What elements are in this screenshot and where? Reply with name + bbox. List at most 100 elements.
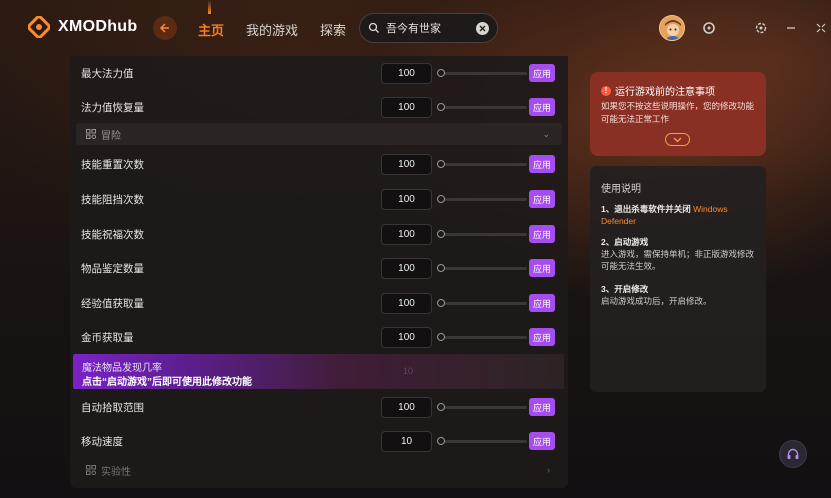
minimize-icon[interactable] (783, 20, 799, 36)
value-slider[interactable] (437, 106, 527, 109)
apply-button[interactable]: 应用 (529, 328, 555, 346)
apply-button[interactable]: 应用 (529, 398, 555, 416)
warning-body: 如果您不按这些说明操作，您的修改功能可能无法正常工作 (601, 101, 755, 124)
slider-handle[interactable] (437, 403, 445, 411)
section-label: 实验性 (101, 466, 131, 478)
row-label: 金币获取量 (81, 331, 134, 344)
slider-handle[interactable] (437, 195, 445, 203)
chevron-right-icon[interactable]: › (547, 465, 550, 475)
search-input[interactable]: 吾今有世家 (386, 20, 476, 36)
slider-handle[interactable] (437, 437, 445, 445)
logo-icon (27, 15, 51, 39)
value-input[interactable]: 100 (381, 223, 432, 245)
value-input[interactable]: 100 (381, 396, 432, 418)
value-input[interactable]: 100 (381, 188, 432, 210)
value-input[interactable]: 100 (381, 292, 432, 314)
row-label: 技能重置次数 (81, 158, 144, 171)
category-icon (86, 465, 96, 475)
collapse-icon[interactable] (813, 20, 829, 36)
value-slider[interactable] (437, 267, 527, 270)
row-label: 技能阻挡次数 (81, 193, 144, 206)
list-item: 技能祝福次数 100 应用 (70, 217, 568, 251)
nav-my-games[interactable]: 我的游戏 (246, 20, 298, 39)
slider-handle[interactable] (437, 103, 445, 111)
logo[interactable]: XMODhub (27, 15, 138, 39)
clear-icon[interactable] (476, 21, 489, 35)
locked-feature-row: 魔法物品发现几率 点击“启动游戏”后即可使用此修改功能 10 (73, 354, 564, 389)
step-heading: 1、退出杀毒软件并关闭 (601, 204, 691, 214)
support-button[interactable] (779, 440, 807, 468)
mod-list-panel: 最大法力值 100 应用 法力值恢复量 100 应用 冒险 ⌄ 技能重置次数 1… (70, 56, 568, 488)
locked-feature-value: 10 (403, 366, 414, 376)
value-input[interactable]: 100 (381, 326, 432, 348)
locked-feature-note: 点击“启动游戏”后即可使用此修改功能 (82, 377, 252, 388)
list-item: 经验值获取量 100 应用 (70, 286, 568, 320)
apply-button[interactable]: 应用 (529, 225, 555, 243)
instruction-step: 1、退出杀毒软件并关闭 Windows Defender (601, 203, 761, 227)
value-slider[interactable] (437, 72, 527, 75)
step-text: 启动游戏成功后，开启修改。 (601, 296, 712, 306)
top-bar: XMODhub 主页 我的游戏 探索 吾今有世家 (0, 0, 831, 56)
section-header-experimental[interactable]: 实验性 › (76, 459, 562, 481)
value-slider[interactable] (437, 440, 527, 443)
list-item: 自动拾取范围 100 应用 (70, 390, 568, 424)
list-item: 技能重置次数 100 应用 (70, 147, 568, 181)
value-slider[interactable] (437, 233, 527, 236)
alert-icon: ! (601, 85, 611, 96)
row-label: 最大法力值 (81, 67, 134, 80)
value-slider[interactable] (437, 406, 527, 409)
slider-handle[interactable] (437, 299, 445, 307)
warning-title: 运行游戏前的注意事项 (615, 87, 715, 98)
slider-handle[interactable] (437, 333, 445, 341)
list-item: 移动速度 10 应用 (70, 424, 568, 458)
section-header-adventure[interactable]: 冒险 ⌄ (76, 123, 562, 145)
step-heading: 2、启动游戏 (601, 237, 649, 247)
apply-button[interactable]: 应用 (529, 259, 555, 277)
controller-icon[interactable] (701, 20, 717, 36)
expand-button[interactable] (665, 133, 690, 146)
chevron-down-icon (673, 137, 682, 142)
slider-handle[interactable] (437, 230, 445, 238)
value-slider[interactable] (437, 336, 527, 339)
nav-home[interactable]: 主页 (198, 0, 224, 39)
apply-button[interactable]: 应用 (529, 190, 555, 208)
value-slider[interactable] (437, 163, 527, 166)
list-item: 技能阻挡次数 100 应用 (70, 182, 568, 216)
value-slider[interactable] (437, 302, 527, 305)
avatar[interactable] (659, 15, 685, 41)
nav-explore[interactable]: 探索 (320, 20, 346, 39)
step-text: 进入游戏，需保持单机；非正版游戏修改可能无法生效。 (601, 249, 755, 271)
settings-icon[interactable] (753, 20, 769, 36)
apply-button[interactable]: 应用 (529, 98, 555, 116)
apply-button[interactable]: 应用 (529, 155, 555, 173)
search-box[interactable]: 吾今有世家 (359, 13, 498, 43)
list-item: 法力值恢复量 100 应用 (70, 90, 568, 124)
back-icon (159, 23, 169, 33)
main-nav: 主页 我的游戏 探索 (198, 0, 346, 39)
value-input[interactable]: 100 (381, 257, 432, 279)
slider-handle[interactable] (437, 160, 445, 168)
row-label: 物品鉴定数量 (81, 262, 144, 275)
locked-feature-label: 魔法物品发现几率 (82, 363, 162, 374)
apply-button[interactable]: 应用 (529, 432, 555, 450)
slider-handle[interactable] (437, 69, 445, 77)
list-item: 金币获取量 100 应用 (70, 320, 568, 354)
value-input[interactable]: 100 (381, 96, 432, 118)
value-input[interactable]: 100 (381, 153, 432, 175)
apply-button[interactable]: 应用 (529, 294, 555, 312)
apply-button[interactable]: 应用 (529, 64, 555, 82)
instruction-step: 2、启动游戏 进入游戏，需保持单机；非正版游戏修改可能无法生效。 (601, 236, 761, 272)
list-item: 物品鉴定数量 100 应用 (70, 251, 568, 285)
value-input[interactable]: 10 (381, 430, 432, 452)
instruction-step: 3、开启修改 启动游戏成功后，开启修改。 (601, 283, 761, 307)
chevron-down-icon[interactable]: ⌄ (542, 129, 550, 140)
instructions-card: 使用说明 1、退出杀毒软件并关闭 Windows Defender 2、启动游戏… (590, 166, 766, 392)
slider-handle[interactable] (437, 264, 445, 272)
app-title: XMODhub (58, 18, 138, 35)
list-item: 最大法力值 100 应用 (70, 56, 568, 90)
back-button[interactable] (153, 16, 177, 40)
value-slider[interactable] (437, 198, 527, 201)
value-input[interactable]: 100 (381, 62, 432, 84)
divider (731, 20, 739, 36)
row-label: 法力值恢复量 (81, 101, 144, 114)
